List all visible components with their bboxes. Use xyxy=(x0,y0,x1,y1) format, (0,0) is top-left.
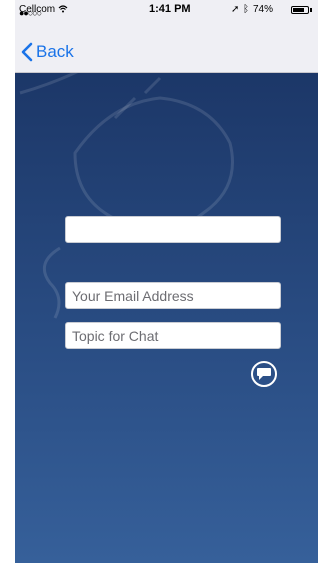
start-chat-button[interactable] xyxy=(251,361,277,387)
location-arrow-icon: ➚ xyxy=(231,4,240,15)
battery-icon xyxy=(291,6,309,14)
back-label: Back xyxy=(36,42,74,61)
carrier-info: ●●○○○ Cellcom xyxy=(19,4,68,18)
chat-bubble-icon xyxy=(257,368,271,380)
status-time: 1:41 PM xyxy=(149,3,191,15)
wifi-icon xyxy=(58,5,68,13)
back-button[interactable]: Back xyxy=(21,40,74,64)
battery-percentage: 74% xyxy=(253,4,274,15)
phone-screen: ●●○○○ Cellcom 1:41 PM ➚ ᛒ 74% Back xyxy=(15,0,318,563)
navigation-bar: Back xyxy=(15,20,318,73)
battery-tip xyxy=(310,8,312,12)
name-field[interactable] xyxy=(65,216,281,243)
signal-strength-icon: ●●○○○ xyxy=(19,8,42,18)
chevron-left-icon xyxy=(21,42,33,62)
chat-form-background xyxy=(15,73,318,563)
email-field[interactable] xyxy=(65,282,281,309)
status-bar: ●●○○○ Cellcom 1:41 PM ➚ ᛒ 74% xyxy=(15,0,318,20)
topic-field[interactable] xyxy=(65,322,281,349)
bluetooth-icon: ᛒ xyxy=(243,4,249,15)
